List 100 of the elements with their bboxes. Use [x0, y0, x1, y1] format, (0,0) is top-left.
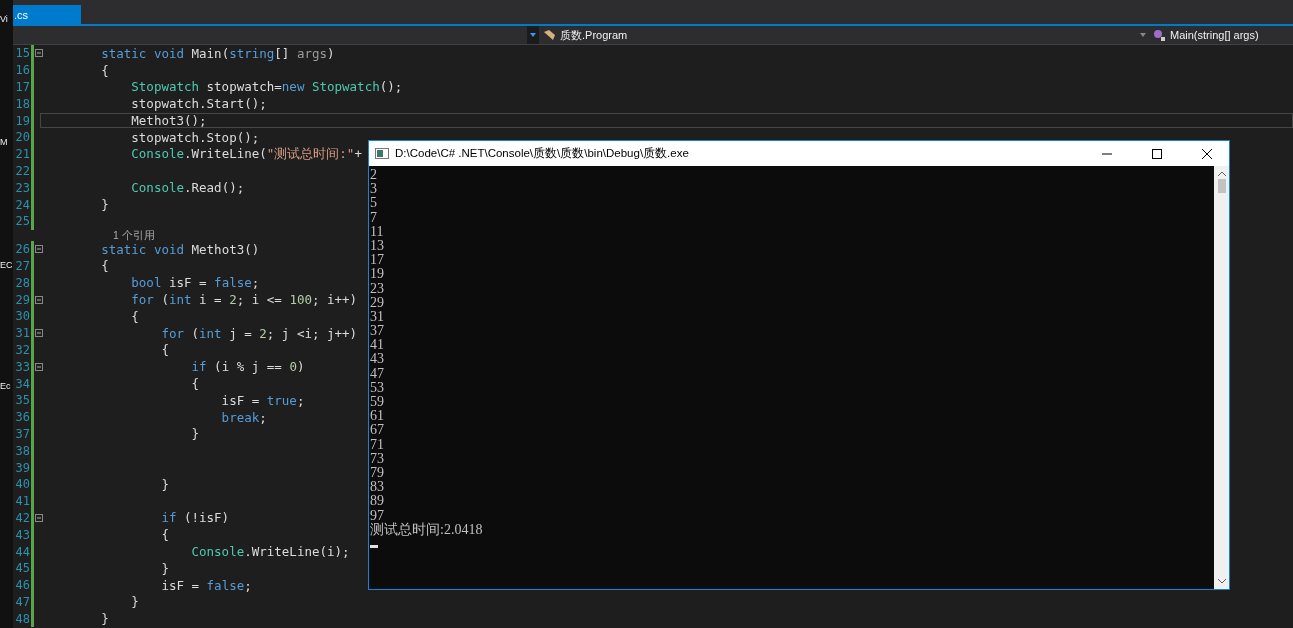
- console-output-line: 7: [370, 210, 377, 225]
- line-number: 39: [14, 460, 30, 475]
- console-output-line: 97: [370, 508, 384, 523]
- line-number: 35: [14, 393, 30, 408]
- code-line: if (!isF): [160, 510, 230, 526]
- line-number: 46: [14, 578, 30, 593]
- code-line: Console.WriteLine(i);: [190, 544, 350, 559]
- line-number: 19: [14, 113, 30, 128]
- console-output-line: 47: [370, 366, 384, 381]
- code-line: for (int i = 2; i <= 100; i++): [130, 292, 358, 308]
- console-output-line: 89: [370, 494, 384, 509]
- line-number: 37: [14, 426, 30, 441]
- scroll-up-icon[interactable]: [1217, 171, 1226, 177]
- line-number: 20: [14, 130, 30, 145]
- console-output-line: 67: [370, 423, 384, 438]
- console-output-line: 71: [370, 437, 384, 452]
- code-line: static void Methot3(): [100, 241, 260, 257]
- console-output-line: 2: [370, 168, 377, 183]
- line-number: 43: [14, 527, 30, 542]
- line-number: 44: [14, 544, 30, 559]
- console-output-line: 37: [370, 324, 384, 339]
- console-output-line: 29: [370, 295, 384, 310]
- console-output-line: 79: [370, 465, 384, 481]
- code-line: {: [100, 62, 109, 78]
- console-output-line: 61: [370, 409, 384, 424]
- code-line: isF = true;: [220, 392, 305, 408]
- line-number: 31: [14, 326, 30, 341]
- line-number: 25: [14, 214, 30, 229]
- console-output-line: 53: [370, 380, 384, 395]
- code-line: Methot3();: [130, 113, 207, 129]
- line-number: 28: [14, 275, 30, 290]
- code-line: {: [160, 342, 169, 358]
- line-number: 29: [14, 292, 30, 307]
- code-line: {: [100, 258, 109, 274]
- console-output-line: 5: [370, 196, 377, 211]
- code-line: {: [190, 376, 200, 392]
- collapse-icon[interactable]: [35, 513, 43, 522]
- code-line: {: [130, 308, 139, 324]
- line-number: 22: [14, 163, 30, 178]
- scroll-thumb[interactable]: [1217, 179, 1226, 193]
- code-line: if (i % j == 0): [190, 359, 305, 375]
- console-output-line: 13: [370, 238, 384, 254]
- code-line: Stopwatch stopwatch=new Stopwatch();: [130, 79, 403, 95]
- window-title: D:\Code\C# .NET\Console\质数\质数\bin\Debug\质数.exe: [395, 146, 690, 161]
- collapse-icon[interactable]: [35, 245, 43, 254]
- collapse-icon[interactable]: [35, 295, 43, 304]
- line-number: 26: [14, 242, 30, 257]
- member-dropdown[interactable]: Main(string[] args): [1149, 26, 1293, 44]
- line-number: 21: [14, 147, 30, 162]
- background-window-text: EC: [0, 260, 13, 271]
- code-line: }: [160, 560, 169, 576]
- line-number: 27: [14, 258, 30, 273]
- line-number: 40: [14, 477, 30, 492]
- line-number: 23: [14, 180, 30, 195]
- console-icon: [375, 148, 389, 159]
- line-number: 24: [14, 197, 30, 212]
- code-line: {: [160, 527, 169, 543]
- code-line: Console.WriteLine("测试总时间:"+: [130, 145, 362, 163]
- code-line: stopwatch.Stop();: [130, 129, 260, 145]
- line-number: 48: [14, 611, 30, 626]
- code-line: }: [100, 611, 109, 627]
- background-window-text: Vi: [0, 14, 8, 25]
- file-tab[interactable]: .cs: [13, 5, 81, 24]
- background-window-text: Ec: [0, 381, 11, 392]
- background-window-text: M: [0, 137, 8, 148]
- code-line: stopwatch.Start();: [130, 96, 267, 112]
- method-icon: [1153, 29, 1167, 41]
- class-icon: [543, 29, 557, 41]
- code-line: }: [160, 476, 169, 492]
- line-number: 41: [14, 494, 30, 509]
- code-line: }: [190, 426, 200, 442]
- close-icon: [1202, 148, 1212, 159]
- line-number: 17: [14, 80, 30, 94]
- console-output-line: 11: [370, 224, 384, 239]
- console-output-line: 59: [370, 395, 384, 410]
- code-line: }: [130, 594, 139, 610]
- console-output-line: 41: [370, 338, 384, 353]
- code-line: static void Main(string[] args): [100, 45, 335, 61]
- console-output-line: 17: [370, 253, 384, 268]
- console-output-line: 73: [370, 451, 384, 466]
- collapse-icon[interactable]: [35, 49, 43, 58]
- line-number: 34: [14, 376, 30, 391]
- console-output-line: 3: [370, 182, 377, 197]
- type-dropdown[interactable]: 质数.Program: [539, 26, 628, 44]
- line-number: 33: [14, 359, 30, 374]
- minimize-icon: [1102, 152, 1112, 155]
- line-number: 36: [14, 410, 30, 425]
- collapse-icon[interactable]: [35, 362, 43, 371]
- console-output-line: 测试总时间:2.0418: [370, 522, 483, 537]
- collapse-icon[interactable]: [35, 329, 43, 338]
- console-output-line: 83: [370, 480, 384, 495]
- scroll-down-icon[interactable]: [1217, 578, 1226, 584]
- reference-count[interactable]: 1 个引用: [113, 229, 155, 241]
- line-number: 47: [14, 594, 30, 609]
- code-line: Console.Read();: [130, 180, 245, 196]
- scrollbar[interactable]: [1214, 166, 1229, 589]
- line-number: 32: [14, 342, 30, 357]
- line-number: 45: [14, 561, 30, 576]
- console-output-line: 43: [370, 352, 384, 367]
- maximize-icon: [1152, 148, 1162, 159]
